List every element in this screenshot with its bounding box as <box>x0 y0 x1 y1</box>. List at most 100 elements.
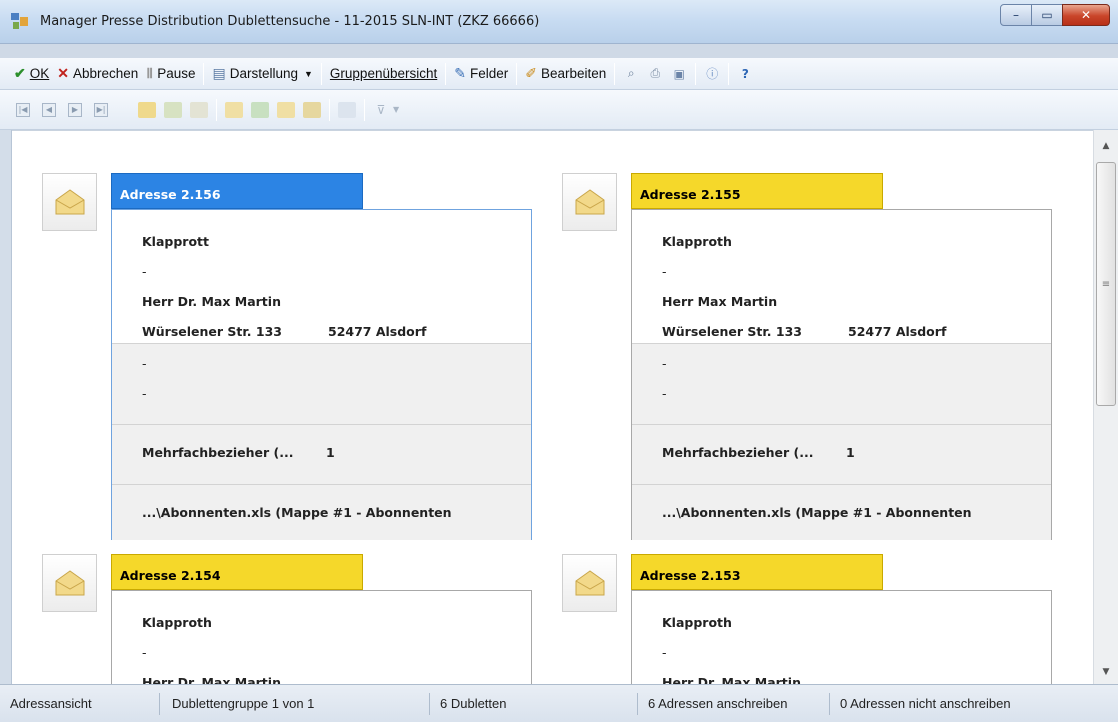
next-record-icon[interactable]: ▶ <box>68 102 82 117</box>
fields-button[interactable]: ✎ Felder <box>450 62 512 86</box>
cancel-label: Abbrechen <box>72 66 139 81</box>
envelope-icon[interactable] <box>562 554 617 612</box>
mail-icon[interactable] <box>225 101 243 118</box>
card-line2: - <box>142 264 147 279</box>
card-extra2: - <box>142 386 147 401</box>
window-title: Manager Presse Distribution Dublettensuc… <box>40 14 540 29</box>
address-card[interactable]: Klapproth - Herr Dr. Max Martin <box>631 590 1052 684</box>
table-icon[interactable] <box>164 101 182 118</box>
card-person: Herr Dr. Max Martin <box>662 675 801 684</box>
group-overview-label: Gruppenübersicht <box>329 66 438 81</box>
status-view: Adressansicht <box>0 692 160 715</box>
info-icon[interactable]: ⓘ <box>703 65 721 83</box>
print-icon[interactable]: ⎙ <box>646 65 664 83</box>
chevron-down-icon: ▼ <box>304 68 313 79</box>
card-line2: - <box>662 645 667 660</box>
pencil-icon: ✎ <box>454 65 466 81</box>
toolbar-separator <box>320 62 322 85</box>
card-extra1: - <box>142 356 147 371</box>
ok-label: OK <box>29 66 50 81</box>
edit-icon: ✐ <box>525 65 537 81</box>
scroll-thumb[interactable]: ≡ <box>1096 162 1116 406</box>
card-source-band: ...\Abonnenten.xls (Mappe #1 - Abonnente… <box>112 484 531 540</box>
scroll-up-icon[interactable]: ▲ <box>1094 136 1118 156</box>
close-button[interactable]: ✕ <box>1062 4 1110 26</box>
group-overview-button[interactable]: Gruppenübersicht <box>326 62 441 86</box>
card-person: Herr Dr. Max Martin <box>142 294 281 309</box>
view-label: Darstellung <box>229 66 298 81</box>
card-mehrfach-label: Mehrfachbezieher (... <box>142 445 294 460</box>
card-tab[interactable]: Adresse 2.155 <box>631 173 883 209</box>
mail-up-icon[interactable] <box>277 101 295 118</box>
card-person: Herr Max Martin <box>662 294 778 309</box>
cancel-button[interactable]: ✕ Abbrechen <box>53 62 142 86</box>
maximize-button[interactable]: ▭ <box>1031 4 1063 26</box>
card-person: Herr Dr. Max Martin <box>142 675 281 684</box>
card-source: ...\Abonnenten.xls (Mappe #1 - Abonnente… <box>142 505 452 520</box>
card-extra2: - <box>662 386 667 401</box>
edit-button[interactable]: ✐ Bearbeiten <box>521 62 610 86</box>
toolbar-separator <box>516 62 518 85</box>
check-icon: ✔ <box>14 65 26 81</box>
card-source: ...\Abonnenten.xls (Mappe #1 - Abonnente… <box>662 505 972 520</box>
envelope-icon[interactable] <box>42 554 97 612</box>
title-bar: Manager Presse Distribution Dublettensuc… <box>0 0 1118 44</box>
last-record-icon[interactable]: ▶| <box>94 102 108 117</box>
card-name: Klapproth <box>662 615 732 630</box>
toolbar-separator <box>695 62 697 85</box>
card-tab[interactable]: Adresse 2.153 <box>631 554 883 590</box>
card-tab[interactable]: Adresse 2.156 <box>111 173 363 209</box>
address-card-view[interactable]: Adresse 2.156 Klapprott - Herr Dr. Max M… <box>12 130 1093 684</box>
toolbar-separator <box>216 98 217 121</box>
card-source-band: ...\Abonnenten.xls (Mappe #1 - Abonnente… <box>632 484 1051 540</box>
toolbar-separator <box>329 98 330 121</box>
navigation-toolbar: |◀ ◀ ▶ ▶| ⊽ ▼ <box>0 90 1118 130</box>
filter-icon[interactable]: ⊽ <box>372 101 390 119</box>
address-card[interactable]: Klapproth - Herr Max Martin Würselener S… <box>631 209 1052 540</box>
grip-icon: ≡ <box>1101 278 1111 290</box>
address-card[interactable]: Klapproth - Herr Dr. Max Martin <box>111 590 532 684</box>
pause-icon: Ⅱ <box>146 65 154 81</box>
view-dropdown-button[interactable]: ▤ Darstellung ▼ <box>208 62 316 86</box>
previous-record-icon[interactable]: ◀ <box>42 102 56 117</box>
refresh-icon[interactable] <box>251 101 269 118</box>
card-city: 52477 Alsdorf <box>848 324 947 339</box>
chevron-down-icon[interactable]: ▼ <box>393 105 399 114</box>
scroll-down-icon[interactable]: ▼ <box>1094 662 1118 682</box>
status-duplicates: 6 Dubletten <box>430 692 638 715</box>
envelope-icon[interactable] <box>562 173 617 231</box>
first-record-icon[interactable]: |◀ <box>16 102 30 117</box>
left-border <box>0 130 12 684</box>
pause-label: Pause <box>157 66 196 81</box>
save-icon[interactable]: ▣ <box>670 65 688 83</box>
address-card[interactable]: Klapprott - Herr Dr. Max Martin Würselen… <box>111 209 532 540</box>
search-icon[interactable]: ⌕ <box>622 65 640 83</box>
pause-button[interactable]: Ⅱ Pause <box>142 62 199 86</box>
envelope-icon[interactable] <box>338 101 356 118</box>
edit-label: Bearbeiten <box>540 66 607 81</box>
status-bar: Adressansicht Dublettengruppe 1 von 1 6 … <box>0 684 1118 722</box>
calendar-icon[interactable] <box>190 101 208 118</box>
toolbar-separator <box>203 62 205 85</box>
mail-down-icon[interactable] <box>303 101 321 118</box>
ok-button[interactable]: ✔ OK <box>10 62 53 86</box>
status-group: Dublettengruppe 1 von 1 <box>160 692 430 715</box>
card-city: 52477 Alsdorf <box>328 324 427 339</box>
toolbar-separator <box>445 62 447 85</box>
card-tab[interactable]: Adresse 2.154 <box>111 554 363 590</box>
fields-label: Felder <box>469 66 509 81</box>
vertical-scrollbar[interactable]: ▲ ≡ ▼ <box>1093 130 1118 684</box>
minimize-button[interactable]: – <box>1000 4 1032 26</box>
help-icon[interactable]: ? <box>736 65 754 83</box>
card-street: Würselener Str. 133 <box>662 324 802 339</box>
card-mehrfach-value: 1 <box>846 445 855 460</box>
export-icon[interactable] <box>138 101 156 118</box>
card-street: Würselener Str. 133 <box>142 324 282 339</box>
card-name: Klapproth <box>662 234 732 249</box>
status-nowrite: 0 Adressen nicht anschreiben <box>840 696 1011 711</box>
envelope-icon[interactable] <box>42 173 97 231</box>
card-name: Klapproth <box>142 615 212 630</box>
card-mehrfach-band: Mehrfachbezieher (... 1 <box>632 424 1051 484</box>
card-name: Klapprott <box>142 234 210 249</box>
toolbar-separator <box>728 62 730 85</box>
